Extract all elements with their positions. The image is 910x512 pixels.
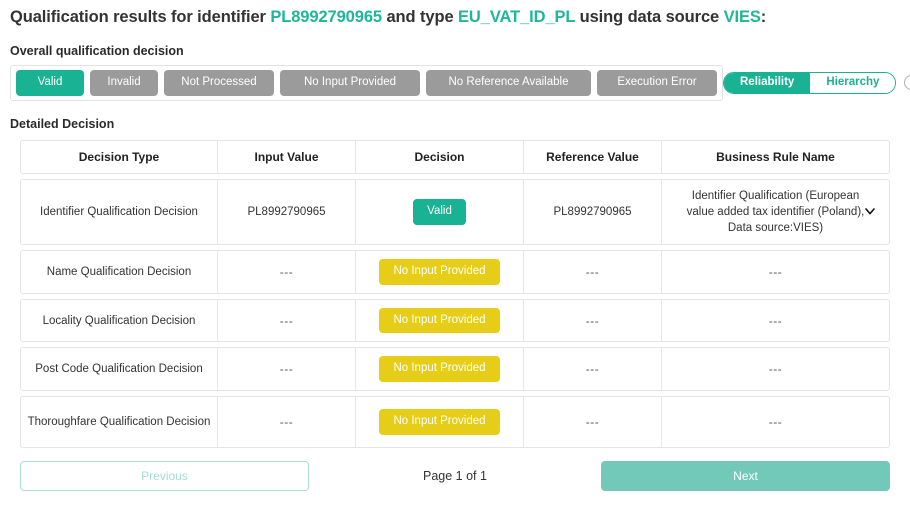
cell-decision-type: Name Qualification Decision: [21, 251, 218, 293]
decision-badge: No Input Provided: [379, 356, 500, 382]
view-mode-toggle[interactable]: Reliability Hierarchy: [723, 71, 897, 94]
table-row[interactable]: Thoroughfare Qualification Decision --- …: [20, 395, 890, 448]
table-row[interactable]: Identifier Qualification Decision PL8992…: [20, 178, 890, 246]
title-identifier-value: PL8992790965: [270, 8, 382, 26]
cell-reference-value: ---: [524, 251, 662, 293]
legend-chip-invalid[interactable]: Invalid: [90, 70, 158, 96]
business-rule-text: Identifier Qualification (European value…: [686, 189, 865, 235]
cell-decision-type: Thoroughfare Qualification Decision: [21, 396, 218, 447]
cell-input-value: ---: [218, 396, 356, 447]
column-header-decision-type: Decision Type: [21, 140, 218, 173]
cell-decision: Valid: [356, 179, 524, 245]
cell-reference-value: PL8992790965: [524, 179, 662, 245]
decision-badge: Valid: [413, 199, 466, 225]
legend-chip-no-reference-available[interactable]: No Reference Available: [426, 70, 591, 96]
pagination: Previous Page 1 of 1 Next: [20, 460, 890, 491]
legend-chip-no-input-provided[interactable]: No Input Provided: [280, 70, 420, 96]
cell-business-rule-name: ---: [768, 362, 783, 377]
decision-badge: No Input Provided: [379, 307, 500, 334]
cell-decision: No Input Provided: [356, 396, 524, 447]
cell-business-rule-name: ---: [768, 265, 783, 280]
decision-badge: No Input Provided: [379, 259, 500, 285]
decision-badge: No Input Provided: [379, 409, 500, 435]
cell-business-rule-name: ---: [768, 414, 783, 429]
cell-input-value: ---: [218, 348, 356, 390]
cell-decision-type: Locality Qualification Decision: [21, 299, 218, 342]
title-mid-2: using data source: [575, 8, 724, 26]
info-icon[interactable]: i: [904, 75, 910, 91]
toggle-option-reliability[interactable]: Reliability: [724, 72, 811, 93]
overall-decision-label: Overall qualification decision: [10, 44, 184, 58]
title-source-value: VIES: [723, 8, 761, 26]
cell-input-value: ---: [218, 251, 356, 293]
table-row[interactable]: Name Qualification Decision --- No Input…: [20, 250, 890, 294]
detailed-decision-label: Detailed Decision: [10, 116, 115, 131]
page-indicator: Page 1 of 1: [423, 468, 487, 483]
column-header-reference-value: Reference Value: [524, 140, 662, 173]
legend-row: Valid Invalid Not Processed No Input Pro…: [0, 65, 910, 101]
cell-business-rule-name: Identifier Qualification (European value…: [662, 180, 889, 245]
title-type-value: EU_VAT_ID_PL: [458, 8, 576, 26]
cell-decision-type: Identifier Qualification Decision: [21, 179, 218, 245]
cell-decision-type: Post Code Qualification Decision: [21, 348, 218, 390]
table-row[interactable]: Locality Qualification Decision --- No I…: [20, 298, 890, 343]
previous-button[interactable]: Previous: [20, 460, 309, 491]
cell-business-rule-name: ---: [768, 313, 783, 328]
cell-decision: No Input Provided: [356, 251, 524, 293]
cell-input-value: ---: [218, 299, 356, 342]
cell-reference-value: ---: [524, 348, 662, 390]
toggle-option-hierarchy[interactable]: Hierarchy: [810, 72, 896, 93]
qualification-results-page: Qualification results for identifier PL8…: [0, 0, 910, 512]
column-header-decision: Decision: [356, 140, 524, 173]
table-row[interactable]: Post Code Qualification Decision --- No …: [20, 347, 890, 391]
title-mid-1: and type: [382, 8, 459, 26]
table-header-row: Decision Type Input Value Decision Refer…: [20, 139, 890, 174]
cell-reference-value: ---: [524, 396, 662, 447]
column-header-input-value: Input Value: [218, 140, 356, 173]
page-title: Qualification results for identifier PL8…: [0, 0, 910, 27]
legend-chip-execution-error[interactable]: Execution Error: [597, 70, 717, 96]
cell-reference-value: ---: [524, 299, 662, 342]
title-prefix: Qualification results for identifier: [10, 8, 271, 26]
cell-input-value: PL8992790965: [218, 179, 356, 245]
chevron-down-icon[interactable]: [865, 207, 875, 217]
next-button[interactable]: Next: [601, 460, 890, 491]
title-suffix: :: [760, 8, 767, 26]
cell-decision: No Input Provided: [356, 299, 524, 342]
decision-legend: Valid Invalid Not Processed No Input Pro…: [10, 65, 723, 101]
view-toggle-wrap: Reliability Hierarchy i: [723, 71, 910, 94]
legend-chip-not-processed[interactable]: Not Processed: [164, 70, 274, 96]
column-header-business-rule-name: Business Rule Name: [716, 149, 835, 164]
decision-table: Decision Type Input Value Decision Refer…: [0, 139, 910, 491]
cell-decision: No Input Provided: [356, 348, 524, 390]
legend-chip-valid[interactable]: Valid: [16, 70, 84, 96]
